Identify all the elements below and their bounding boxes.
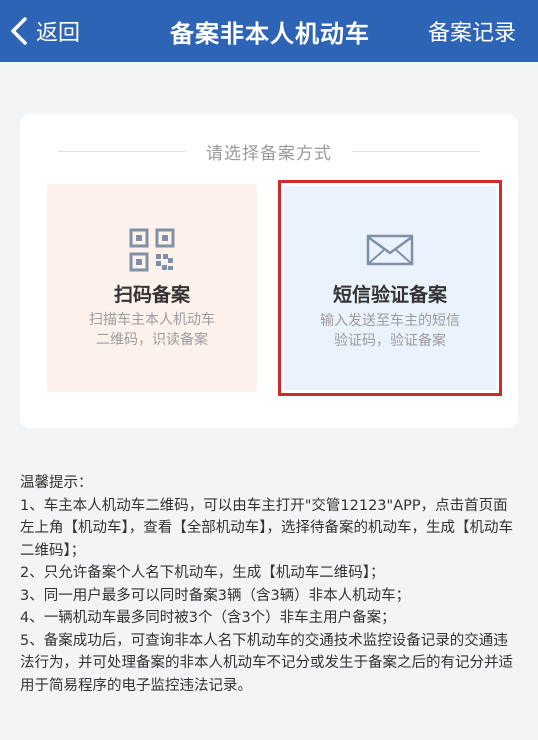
- tip-item: 5、备案成功后，可查询非本人名下机动车的交通技术监控设备记录的交通违法行为，并可…: [20, 632, 513, 694]
- tip-item: 2、只允许备案个人名下机动车，生成【机动车二维码】；: [20, 565, 385, 581]
- scan-desc-line2: 二维码，识读备案: [96, 332, 208, 348]
- scan-filing-title: 扫码备案: [113, 284, 190, 306]
- tip-item: 1、车主本人机动车二维码，可以由车主打开"交管12123"APP，点击首页面左上…: [20, 497, 513, 559]
- records-button[interactable]: 备案记录: [428, 0, 516, 62]
- sms-desc-line2: 验证码，验证备案: [334, 333, 446, 349]
- divider-right: [352, 150, 480, 152]
- scan-filing-option[interactable]: 扫码备案 扫描车主本人机动车 二维码，识读备案: [47, 184, 257, 392]
- sms-filing-option[interactable]: 短信验证备案 输入发送至车主的短信 验证码，验证备案: [278, 180, 502, 396]
- tips-heading: 温馨提示：: [20, 475, 93, 491]
- divider-left: [58, 150, 186, 152]
- sms-filing-desc: 输入发送至车主的短信 验证码，验证备案: [284, 311, 496, 351]
- filing-method-card: 请选择备案方式 扫码备案 扫描车主本人机动车 二维码，识读备案 短信验证备案 输…: [20, 114, 518, 428]
- choose-method-heading: 请选择备案方式: [20, 136, 518, 166]
- back-button[interactable]: 返回: [8, 0, 80, 62]
- sms-desc-line1: 输入发送至车主的短信: [320, 313, 460, 329]
- qr-code-icon: [129, 228, 175, 272]
- sms-filing-panel: 短信验证备案 输入发送至车主的短信 验证码，验证备案: [284, 186, 496, 390]
- tip-item: 4、一辆机动车最多同时被3个（含3个）非车主用户备案；: [20, 610, 396, 626]
- tips-section: 温馨提示： 1、车主本人机动车二维码，可以由车主打开"交管12123"APP，点…: [20, 472, 522, 697]
- tip-item: 3、同一用户最多可以同时备案3辆（含3辆）非本人机动车；: [20, 587, 411, 604]
- envelope-icon: [366, 234, 414, 266]
- chevron-left-icon: [11, 17, 27, 45]
- sms-filing-title: 短信验证备案: [332, 284, 447, 306]
- scan-filing-desc: 扫描车主本人机动车 二维码，识读备案: [47, 310, 257, 350]
- choose-method-label: 请选择备案方式: [206, 143, 332, 164]
- back-label: 返回: [36, 21, 81, 46]
- top-nav-bar: 返回 备案非本人机动车 备案记录: [0, 0, 538, 62]
- page-title: 备案非本人机动车: [170, 19, 370, 48]
- scan-desc-line1: 扫描车主本人机动车: [89, 312, 215, 328]
